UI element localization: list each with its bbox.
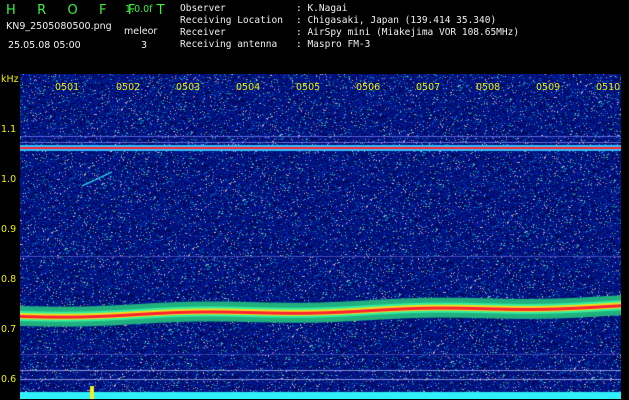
location-value: : Chigasaki, Japan (139.414 35.340)	[296, 15, 497, 26]
xtick-label: 0503	[176, 82, 201, 93]
ytick-label: 0.7	[1, 324, 17, 335]
location-label: Receiving Location	[180, 15, 283, 26]
observer-label: Observer	[180, 3, 226, 14]
header-panel: H R O F F T 1.0.0f KN9_2505080500.png me…	[0, 0, 629, 72]
xtick-label: 0502	[116, 82, 141, 93]
datetime-label: 25.05.08 05:00	[8, 40, 81, 51]
mode-value: 3	[141, 40, 148, 51]
filename-label: KN9_2505080500.png	[6, 21, 112, 32]
frequency-unit-label: kHz	[1, 74, 19, 85]
ytick-label: 1.1	[1, 124, 17, 135]
receiver-value: : AirSpy mini (Miakejima VOR 108.65MHz)	[296, 27, 520, 38]
ytick-label: 0.8	[1, 274, 17, 285]
xtick-label: 0506	[356, 82, 381, 93]
ytick-label: 0.6	[1, 374, 17, 385]
mode-label: meleor	[124, 26, 158, 37]
antenna-label: Receiving antenna	[180, 39, 278, 50]
antenna-value: : Maspro FM-3	[296, 39, 371, 50]
xtick-label: 0509	[536, 82, 561, 93]
spectrogram-canvas	[20, 74, 621, 399]
xtick-label: 0501	[55, 82, 80, 93]
observer-value: : K.Nagai	[296, 3, 348, 14]
xtick-label: 0508	[476, 82, 501, 93]
xtick-label: 0504	[236, 82, 261, 93]
xtick-label: 0505	[296, 82, 321, 93]
frequency-axis: kHz 1.1 1.0 0.9 0.8 0.7 0.6	[0, 74, 20, 400]
xtick-label: 0510	[596, 82, 621, 93]
receiver-label: Receiver	[180, 27, 226, 38]
xtick-label: 0507	[416, 82, 441, 93]
version-label: 1.0.0f	[125, 4, 153, 15]
ytick-label: 1.0	[1, 174, 17, 185]
ytick-label: 0.9	[1, 224, 17, 235]
